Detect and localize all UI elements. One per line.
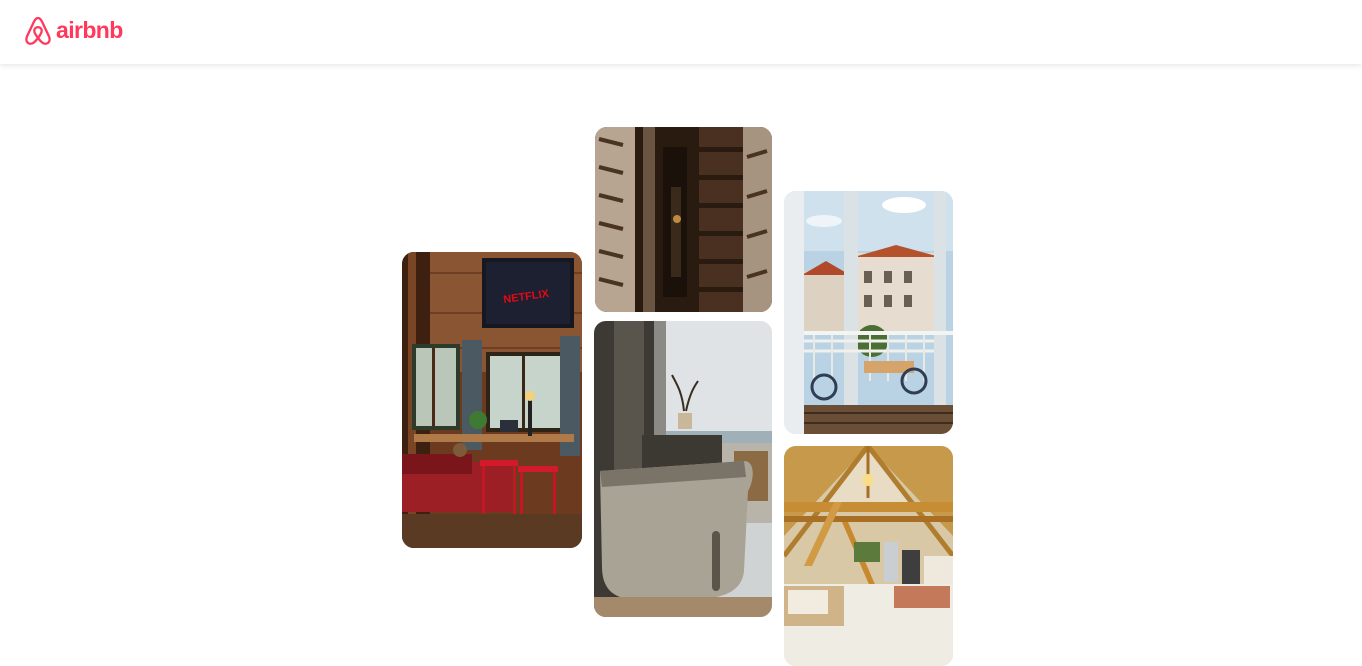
- photo-cabin-room: NETFLIX: [402, 252, 582, 548]
- airbnb-logo-link[interactable]: airbnb: [24, 15, 123, 47]
- photo-balcony-view: [784, 191, 953, 434]
- photo-a-frame-loft: [784, 446, 953, 666]
- photo-bathtub: [594, 321, 772, 617]
- airbnb-belo-icon: [25, 16, 51, 45]
- airbnb-wordmark: airbnb: [56, 17, 123, 43]
- top-nav: airbnb: [0, 0, 1362, 64]
- photo-staircase: [595, 127, 772, 312]
